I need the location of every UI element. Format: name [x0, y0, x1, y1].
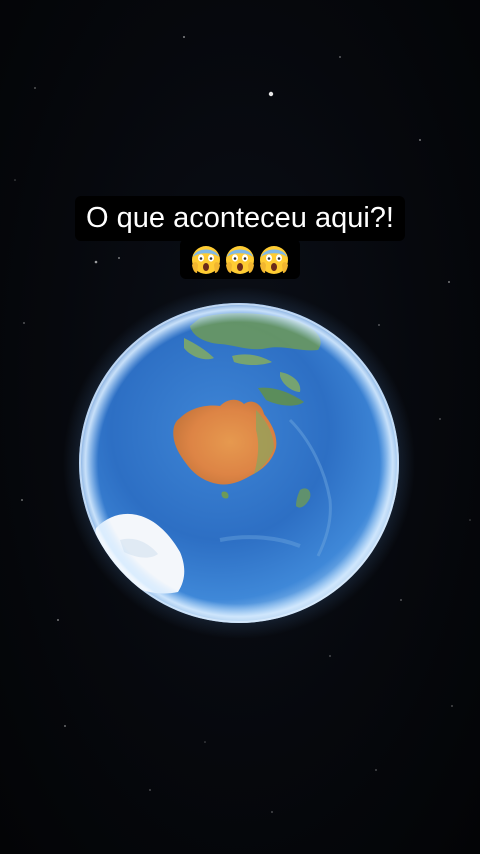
video-frame: O que aconteceu aqui?!	[0, 0, 480, 854]
caption-emoji-row	[180, 239, 300, 279]
caption-overlay: O que aconteceu aqui?!	[0, 196, 480, 279]
face-screaming-in-fear-icon	[260, 246, 288, 274]
face-screaming-in-fear-icon	[192, 246, 220, 274]
earth-globe-image	[63, 287, 415, 639]
face-screaming-in-fear-icon	[226, 246, 254, 274]
caption-text: O que aconteceu aqui?!	[75, 196, 405, 241]
